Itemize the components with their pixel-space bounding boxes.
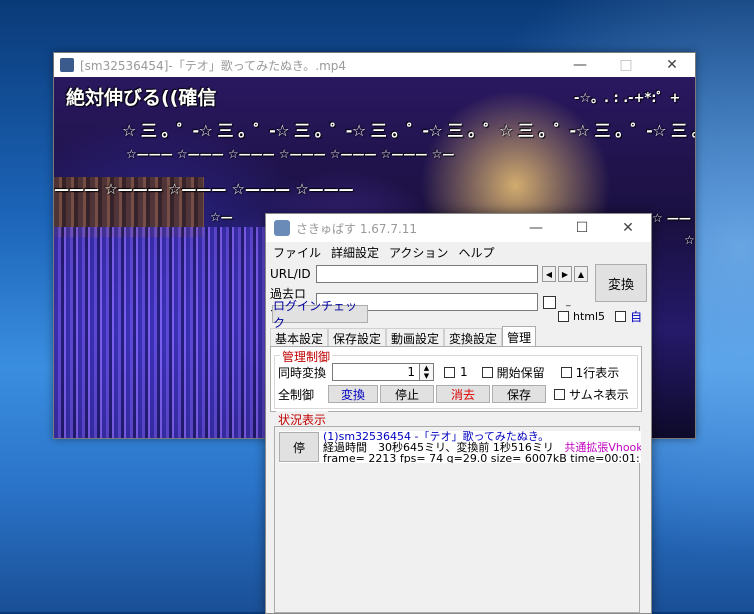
url-label: URL/ID [270,267,311,281]
comment-text: ☆ 三 。゜-☆ 三 。゜-☆ 三 。゜-☆ 三 。゜-☆ 三 。゜☆ 三 。゜… [122,121,695,140]
batch-convert-button[interactable]: 変換 [328,385,378,403]
player-title: [sm32536454]-「テオ」歌ってみたぬき。.mp4 [80,58,347,73]
concurrent-label: 同時変換 [278,365,327,380]
sakyu-titlebar[interactable]: さきゅばす 1.67.7.11 — ☐ ✕ [266,214,651,242]
log-checkbox[interactable] [543,295,556,309]
tab-video[interactable]: 動画設定 [386,328,445,347]
up-arrow-icon[interactable]: ▲ [574,266,588,282]
auto-label: 自 [630,310,643,324]
all-control-label: 全制御 [278,387,315,402]
menu-file[interactable]: ファイル [268,244,326,261]
sakyu-close-button[interactable]: ✕ [605,216,651,240]
job-stop-button[interactable]: 停 [279,432,319,462]
start-hold-label: 開始保留 [496,365,545,380]
settings-tabs: 基本設定 保存設定 動画設定 変換設定 管理 [270,326,537,347]
next-arrow-icon[interactable]: ▶ [558,266,572,282]
job-entry: 停 (1)sm32536454 -「テオ」歌ってみたぬき。 経過時間 30秒64… [279,431,641,463]
sakyubasu-window[interactable]: さきゅばす 1.67.7.11 — ☐ ✕ ファイル 詳細設定 アクション ヘル… [265,213,652,614]
sakyu-maximize-button[interactable]: ☐ [559,216,605,240]
tab-convert[interactable]: 変換設定 [444,328,503,347]
thumbnail-label: サムネ表示 [569,387,629,402]
one-line-checkbox[interactable] [560,366,572,378]
status-area: 状況表示 停 (1)sm32536454 -「テオ」歌ってみたぬき。 経過時間 … [272,411,643,613]
start-hold-checkbox[interactable] [481,366,493,378]
sakyu-title: さきゅばす 1.67.7.11 [296,221,418,236]
comment-text: 絶対伸びる((確信 [66,87,217,109]
auto-checkbox[interactable] [615,311,627,322]
menu-bar: ファイル 詳細設定 アクション ヘルプ [266,242,651,262]
url-input[interactable] [316,265,538,283]
thumbnail-checkbox[interactable] [554,388,565,400]
comment-text: ——— ☆——— ☆——— ☆——— ☆——— [54,180,354,198]
login-check-button[interactable]: ログインチェック [272,299,368,330]
concurrent-input[interactable]: 1 [332,363,420,381]
player-minimize-button[interactable]: — [557,53,603,77]
bookshelf-image [54,227,284,438]
status-list[interactable]: 停 (1)sm32536454 -「テオ」歌ってみたぬき。 経過時間 30秒64… [274,426,641,613]
batch-stop-button[interactable]: 停止 [380,385,434,403]
job-progress-text: frame= 2213 fps= 74 q=29.0 size= 6007kB … [323,452,641,463]
comment-text: ☆— [210,210,233,224]
comment-text: -☆。. : .-+*:゜+ [574,91,681,106]
menu-action[interactable]: アクション [384,244,453,261]
option-1-label: 1 [460,365,468,379]
comment-text: ☆ —— [652,211,691,225]
player-app-icon [60,58,74,72]
batch-save-button[interactable]: 保存 [492,385,546,403]
one-line-label: 1行表示 [575,365,620,380]
batch-delete-button[interactable]: 消去 [436,385,490,403]
manage-group: 管理制御 同時変換 1 ▲ ▼ 1 開始保留 1行表示 全制御 変換 停止 消去 … [274,348,638,409]
log-extra: _ [566,297,571,307]
player-close-button[interactable]: ✕ [649,53,695,77]
prev-arrow-icon[interactable]: ◀ [542,266,556,282]
convert-main-button[interactable]: 変換 [595,264,647,302]
comment-text: ☆ [684,233,695,247]
player-titlebar[interactable]: [sm32536454]-「テオ」歌ってみたぬき。.mp4 — □ ✕ [54,53,695,77]
player-maximize-button[interactable]: □ [603,53,649,77]
html5-label: html5 [573,310,606,323]
manage-panel: 管理制御 同時変換 1 ▲ ▼ 1 開始保留 1行表示 全制御 変換 停止 消去 … [270,346,642,412]
comment-text: ☆——— ☆——— ☆——— ☆——— ☆——— ☆——— ☆— [126,147,455,161]
tab-manage[interactable]: 管理 [502,326,537,347]
option-1-checkbox[interactable] [444,366,455,378]
sakyu-app-icon [274,220,290,236]
html5-checkbox[interactable] [558,311,569,322]
tab-save[interactable]: 保存設定 [328,328,387,347]
tab-basic[interactable]: 基本設定 [270,328,329,347]
menu-advanced-settings[interactable]: 詳細設定 [326,244,384,261]
sakyu-minimize-button[interactable]: — [513,216,559,240]
concurrent-spinner[interactable]: ▲ ▼ [420,363,434,381]
menu-help[interactable]: ヘルプ [453,244,499,261]
